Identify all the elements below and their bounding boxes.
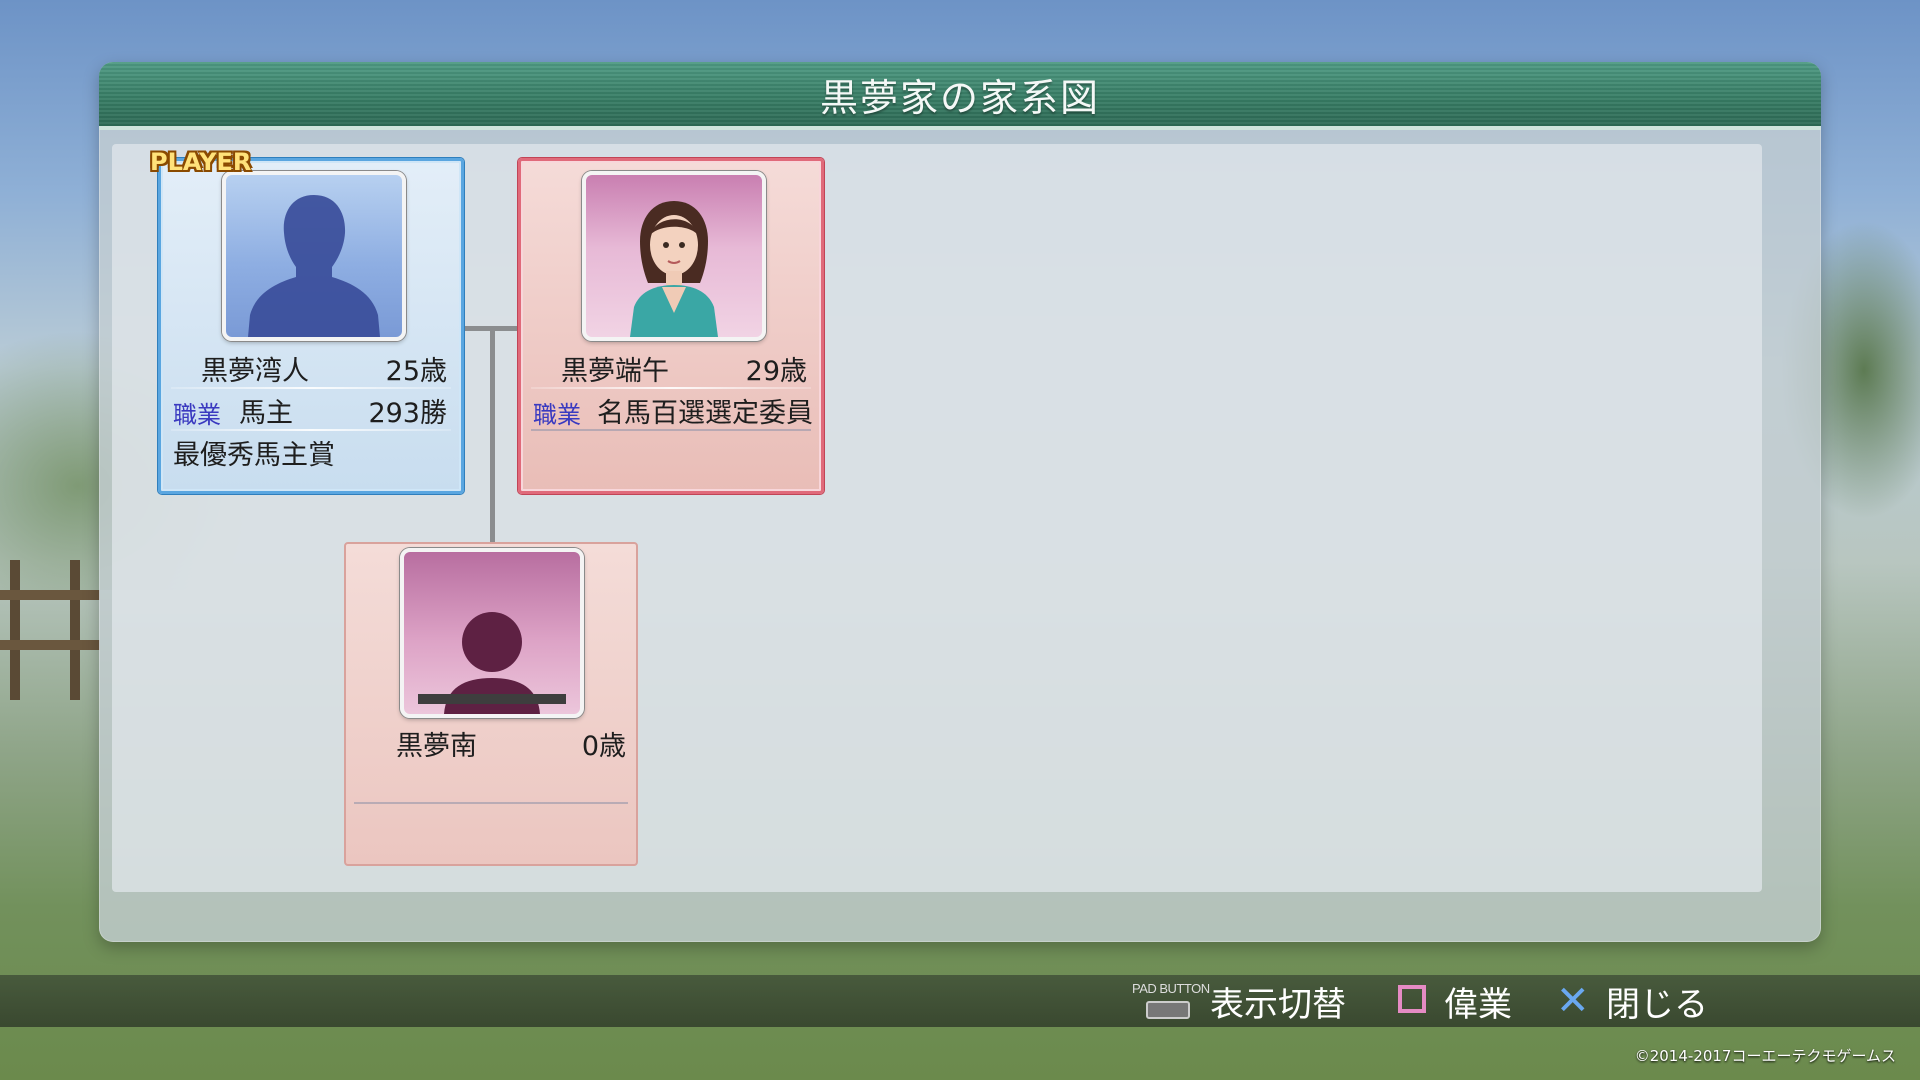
toggle-display-label: 表示切替 xyxy=(1210,984,1346,1025)
square-button-icon xyxy=(1398,985,1426,1013)
background-fence xyxy=(0,560,100,700)
female-portrait-icon xyxy=(630,201,718,337)
divider xyxy=(171,429,451,431)
child-portrait xyxy=(400,548,584,718)
player-wins: 293勝 xyxy=(368,398,447,429)
close-label: 閉じる xyxy=(1606,984,1708,1025)
achievements-button[interactable]: 偉業 xyxy=(1444,975,1512,1027)
player-job: 馬主 xyxy=(239,398,293,429)
child-card[interactable]: 黒夢南 0歳 xyxy=(344,542,638,866)
panel-title: 黒夢家の家系図 xyxy=(819,75,1100,120)
player-card[interactable]: 黒夢湾人 25歳 職業 馬主 293勝 最優秀馬主賞 xyxy=(158,158,464,494)
child-name: 黒夢南 xyxy=(396,731,477,762)
close-button[interactable]: 閉じる xyxy=(1606,975,1708,1027)
male-silhouette-icon xyxy=(248,195,380,337)
spouse-name: 黒夢端午 xyxy=(561,356,669,387)
divider xyxy=(531,429,811,431)
child-silhouette-icon xyxy=(418,612,566,714)
player-name: 黒夢湾人 xyxy=(201,356,309,387)
controls-hint-bar: PAD BUTTON 表示切替 偉業 ✕ 閉じる xyxy=(0,975,1920,1027)
descent-line xyxy=(490,326,495,542)
divider xyxy=(354,802,628,804)
pad-button-label: PAD BUTTON xyxy=(1132,981,1210,996)
child-age: 0歳 xyxy=(581,731,626,762)
spouse-job: 名馬百選選定委員 xyxy=(597,398,813,429)
toggle-display-button[interactable]: 表示切替 xyxy=(1210,975,1346,1027)
touchpad-button-icon: PAD BUTTON xyxy=(1132,981,1210,1021)
cross-button-icon: ✕ xyxy=(1556,978,1590,1024)
spouse-card[interactable]: 黒夢端午 29歳 職業 名馬百選選定委員 xyxy=(518,158,824,494)
copyright-text: ©2014-2017コーエーテクモゲームス xyxy=(1634,1047,1896,1065)
spouse-portrait xyxy=(582,171,766,341)
divider xyxy=(531,387,811,389)
job-label: 職業 xyxy=(533,401,581,429)
player-portrait xyxy=(222,171,406,341)
achievements-label: 偉業 xyxy=(1444,984,1512,1025)
spouse-age: 29歳 xyxy=(745,356,807,387)
divider xyxy=(171,387,451,389)
player-badge: PLAYER xyxy=(150,148,252,176)
player-age: 25歳 xyxy=(385,356,447,387)
job-label: 職業 xyxy=(173,401,221,429)
panel-header: 黒夢家の家系図 xyxy=(99,62,1821,130)
player-award: 最優秀馬主賞 xyxy=(173,440,335,471)
